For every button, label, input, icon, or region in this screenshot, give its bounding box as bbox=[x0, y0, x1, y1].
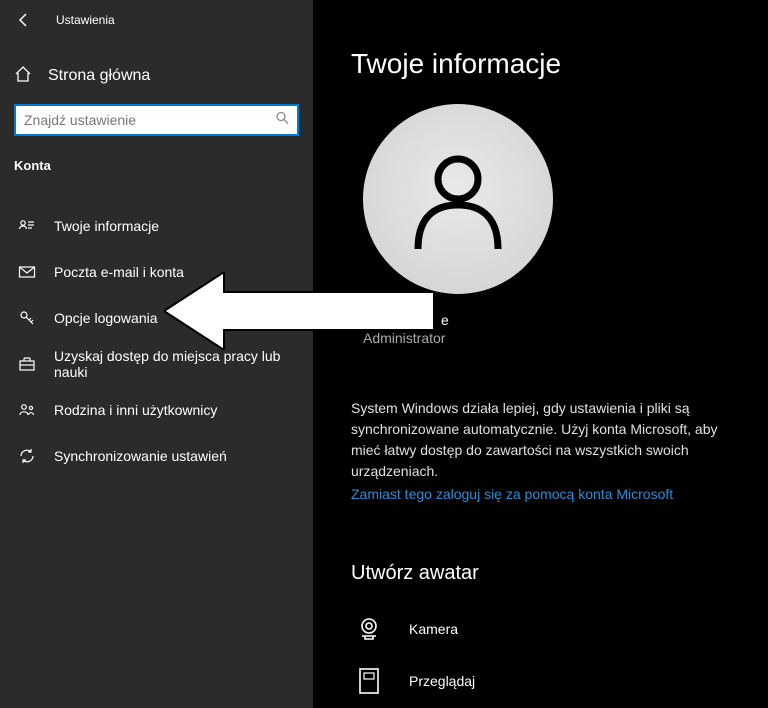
sync-description: System Windows działa lepiej, gdy ustawi… bbox=[351, 398, 748, 482]
category-label: Konta bbox=[0, 136, 313, 181]
create-avatar-section: Utwórz awatar Kamera Przeglądaj bbox=[351, 562, 748, 707]
back-button[interactable] bbox=[12, 8, 36, 32]
page-title: Twoje informacje bbox=[351, 48, 748, 80]
nav-sync[interactable]: Synchronizowanie ustawień bbox=[0, 433, 313, 479]
sync-icon bbox=[18, 447, 36, 465]
home-label: Strona główna bbox=[48, 67, 150, 85]
nav-your-info[interactable]: Twoje informacje bbox=[0, 203, 313, 249]
search-container bbox=[0, 96, 313, 136]
person-icon bbox=[398, 139, 518, 259]
nav-label: Uzyskaj dostęp do miejsca pracy lub nauk… bbox=[54, 348, 313, 380]
profile-avatar bbox=[363, 104, 553, 294]
avatar-browse-option[interactable]: Przeglądaj bbox=[351, 655, 748, 707]
create-avatar-heading: Utwórz awatar bbox=[351, 562, 748, 585]
people-icon bbox=[18, 401, 36, 419]
avatar-browse-label: Przeglądaj bbox=[409, 673, 475, 689]
briefcase-icon bbox=[18, 355, 36, 373]
nav-family[interactable]: Rodzina i inni użytkownicy bbox=[0, 387, 313, 433]
account-name: e bbox=[441, 312, 748, 328]
avatar-camera-label: Kamera bbox=[409, 621, 458, 637]
nav-label: Rodzina i inni użytkownicy bbox=[54, 402, 217, 418]
person-card-icon bbox=[18, 217, 36, 235]
titlebar: Ustawienia bbox=[0, 0, 313, 40]
nav-email[interactable]: Poczta e-mail i konta bbox=[0, 249, 313, 295]
content-pane: Twoje informacje e Administrator System … bbox=[313, 0, 768, 708]
avatar-camera-option[interactable]: Kamera bbox=[351, 603, 748, 655]
search-input[interactable] bbox=[16, 106, 297, 134]
home-link[interactable]: Strona główna bbox=[0, 56, 313, 96]
nav-list: Twoje informacje Poczta e-mail i konta O… bbox=[0, 203, 313, 479]
nav-label: Poczta e-mail i konta bbox=[54, 264, 184, 280]
nav-label: Synchronizowanie ustawień bbox=[54, 448, 227, 464]
camera-icon bbox=[351, 614, 387, 644]
window-title: Ustawienia bbox=[56, 13, 115, 27]
search-icon bbox=[275, 111, 289, 130]
browse-icon bbox=[351, 666, 387, 696]
key-icon bbox=[18, 309, 36, 327]
arrow-left-icon bbox=[16, 12, 32, 28]
settings-sidebar: Ustawienia Strona główna Konta Twoje inf… bbox=[0, 0, 313, 708]
home-icon bbox=[14, 65, 32, 88]
nav-work-access[interactable]: Uzyskaj dostęp do miejsca pracy lub nauk… bbox=[0, 341, 313, 387]
mail-icon bbox=[18, 263, 36, 281]
nav-label: Twoje informacje bbox=[54, 218, 159, 234]
search-box[interactable] bbox=[14, 104, 299, 136]
signin-microsoft-link[interactable]: Zamiast tego zaloguj się za pomocą konta… bbox=[351, 486, 748, 502]
nav-signin-options[interactable]: Opcje logowania bbox=[0, 295, 313, 341]
account-role: Administrator bbox=[363, 330, 748, 346]
nav-label: Opcje logowania bbox=[54, 310, 158, 326]
